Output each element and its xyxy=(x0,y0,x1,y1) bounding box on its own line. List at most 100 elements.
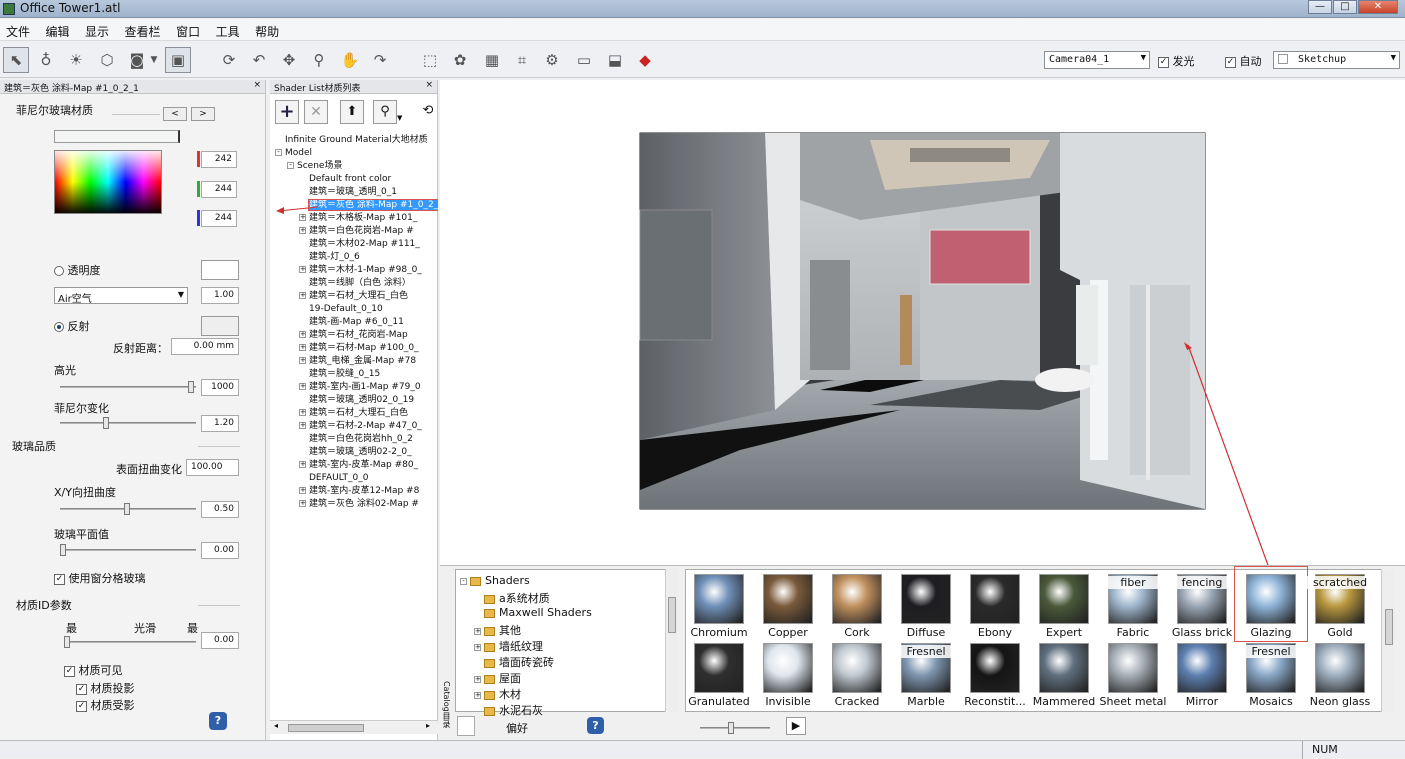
menu-window[interactable]: 窗口 xyxy=(170,19,206,40)
scroll-thumb[interactable] xyxy=(1385,609,1393,645)
expand-icon[interactable]: + xyxy=(299,461,306,468)
shader-list-item[interactable]: 建筑-画-Map #6_0_11 xyxy=(309,316,404,329)
render-icon[interactable]: ▦ xyxy=(479,47,505,73)
menu-file[interactable]: 文件 xyxy=(0,19,36,40)
transparency-color-swatch[interactable] xyxy=(201,260,239,280)
fresnel-field[interactable]: 1.20 xyxy=(201,415,239,432)
shader-thumbnail[interactable] xyxy=(694,574,744,624)
fresnel-slider[interactable] xyxy=(60,417,196,429)
cast-shadow-checkbox[interactable]: ✓ xyxy=(76,683,87,695)
pick-shader-icon[interactable]: ⚲ xyxy=(373,100,397,124)
menu-edit[interactable]: 编辑 xyxy=(40,19,76,40)
shader-thumbnail[interactable] xyxy=(901,574,951,624)
horizontal-scrollbar[interactable]: ◂ ▸ xyxy=(270,720,438,734)
shader-list-item[interactable]: DEFAULT_0_0 xyxy=(309,472,368,485)
render-mode-select[interactable]: Sketchup ▼ xyxy=(1273,51,1400,69)
shader-thumbnail[interactable] xyxy=(1177,643,1227,693)
material-id-field[interactable]: 0.00 xyxy=(201,632,239,649)
shader-thumbnail[interactable] xyxy=(1108,643,1158,693)
shader-list-item[interactable]: + 建筑＝石材_大理石_白色 xyxy=(299,290,408,303)
prev-button[interactable]: < xyxy=(163,107,187,121)
more-tools-icon[interactable]: ⟲ xyxy=(418,100,438,124)
slider-thumb[interactable] xyxy=(60,544,66,556)
blue-value-field[interactable]: 244 xyxy=(201,210,237,227)
transparency-option[interactable]: 透明度 xyxy=(54,262,101,278)
shader-list-item[interactable]: - Scene场景 xyxy=(287,160,342,173)
shader-list-item[interactable]: + 建筑＝石材_花岗岩-Map xyxy=(299,329,408,342)
glow-toggle[interactable]: ✓ 发光 xyxy=(1158,53,1195,69)
shader-list-item[interactable]: + 建筑-室内-皮革-Map #80_ xyxy=(299,459,418,472)
select-tool-icon[interactable]: ⬉ xyxy=(3,47,29,73)
shader-list-item[interactable]: 建筑＝玻璃_透明02_0_19 xyxy=(309,394,414,407)
shader-list-item[interactable]: + 建筑-室内-皮革12-Map #8 xyxy=(299,485,419,498)
reflection-distance-field[interactable]: 0.00 mm xyxy=(171,338,239,355)
shader-list-item[interactable]: 建筑＝玻璃_透明02-2_0_ xyxy=(309,446,412,459)
glass-plane-field[interactable]: 0.00 xyxy=(201,542,239,559)
expand-icon[interactable]: + xyxy=(474,675,481,683)
transparency-radio[interactable] xyxy=(54,266,64,276)
slider-thumb[interactable] xyxy=(64,636,70,648)
expand-icon[interactable]: + xyxy=(299,214,306,221)
shader-list-item[interactable]: 建筑＝木材02-Map #111_ xyxy=(309,238,420,251)
material-id-slider[interactable] xyxy=(64,636,196,648)
shader-list-item[interactable]: 建筑-灯_0_6 xyxy=(309,251,360,264)
glass-plane-slider[interactable] xyxy=(60,544,196,556)
logo-icon[interactable]: ◆ xyxy=(632,47,658,73)
catalog-tree-item[interactable]: + 木材 xyxy=(474,686,521,702)
shader-thumbnail[interactable] xyxy=(832,574,882,624)
camera-select[interactable]: Camera04_1 ▼ xyxy=(1044,51,1150,69)
catalog-back-button[interactable] xyxy=(457,716,475,736)
camera-dropdown-icon[interactable]: ▼ xyxy=(147,47,161,73)
shader-thumbnail[interactable] xyxy=(694,643,744,693)
play-icon[interactable]: ▶ xyxy=(786,717,806,735)
help-icon[interactable]: ? xyxy=(209,712,227,730)
undo-icon[interactable]: ↶ xyxy=(246,47,272,73)
shader-list-item[interactable]: 建筑＝线脚（白色 涂料） xyxy=(309,277,411,290)
shader-list-item[interactable]: + 建筑＝石材-Map #100_0_ xyxy=(299,342,419,355)
expand-icon[interactable]: + xyxy=(474,627,481,635)
catalog-tree-scrollbar[interactable] xyxy=(665,569,678,712)
object-tool-icon[interactable]: ⬡ xyxy=(94,47,120,73)
menu-view[interactable]: 显示 xyxy=(79,19,115,40)
use-window-glass-checkbox[interactable]: ✓ xyxy=(54,573,65,585)
close-icon[interactable]: × xyxy=(253,80,261,90)
material-icon[interactable]: ✿ xyxy=(447,47,473,73)
chevron-down-icon[interactable]: ▼ xyxy=(397,114,402,122)
thumbnail-scrollbar[interactable] xyxy=(1381,569,1395,712)
medium-select[interactable]: Air空气 ▼ xyxy=(54,287,188,305)
shader-list-item[interactable]: + 建筑＝白色花岗岩-Map # xyxy=(299,225,414,238)
help-icon[interactable]: ? xyxy=(587,717,604,734)
slider-thumb[interactable] xyxy=(188,381,194,393)
shader-list-item[interactable]: + 建筑＝木材-1-Map #98_0_ xyxy=(299,264,422,277)
expand-icon[interactable]: + xyxy=(299,344,306,351)
reflection-option[interactable]: 反射 xyxy=(54,318,90,334)
crop-icon[interactable]: ⌗ xyxy=(509,47,535,73)
collapse-icon[interactable]: - xyxy=(460,577,467,585)
shader-list-item[interactable]: + 建筑-室内-画1-Map #79_0 xyxy=(299,381,421,394)
shader-list-item[interactable]: - Model xyxy=(275,147,312,160)
collapse-icon[interactable]: - xyxy=(275,149,282,156)
auto-toggle[interactable]: ✓ 自动 xyxy=(1225,53,1262,69)
render-viewport[interactable] xyxy=(440,80,1405,569)
scroll-left-icon[interactable]: ◂ xyxy=(274,721,278,730)
catalog-tree-item[interactable]: +墙面砖瓷砖 xyxy=(474,654,554,670)
frame-tool-icon[interactable]: ▣ xyxy=(165,47,191,73)
light-tool-icon[interactable]: ♁ xyxy=(33,47,59,73)
redo-icon[interactable]: ↷ xyxy=(367,47,393,73)
expand-icon[interactable]: + xyxy=(474,643,481,651)
cast-shadow-option[interactable]: ✓ 材质投影 xyxy=(76,680,135,696)
expand-icon[interactable]: + xyxy=(299,487,306,494)
catalog-tree-item[interactable]: + 墙纸纹理 xyxy=(474,638,543,654)
visible-checkbox[interactable]: ✓ xyxy=(64,665,75,677)
visible-option[interactable]: ✓ 材质可见 xyxy=(64,662,123,678)
sun-tool-icon[interactable]: ☀ xyxy=(63,47,89,73)
shader-list-item[interactable]: + 建筑＝灰色 涂料02-Map # xyxy=(299,498,419,511)
medium-ior-field[interactable]: 1.00 xyxy=(201,287,239,304)
slider-thumb[interactable] xyxy=(728,722,734,734)
xy-distortion-slider[interactable] xyxy=(60,503,196,515)
color-swatch[interactable] xyxy=(54,130,180,143)
settings-icon[interactable]: ⚙ xyxy=(539,47,565,73)
image-icon[interactable]: ▭ xyxy=(571,47,597,73)
scroll-thumb[interactable] xyxy=(668,597,676,633)
shader-list-item[interactable]: 建筑＝灰色 涂料-Map #1_0_2_1 xyxy=(308,199,438,212)
